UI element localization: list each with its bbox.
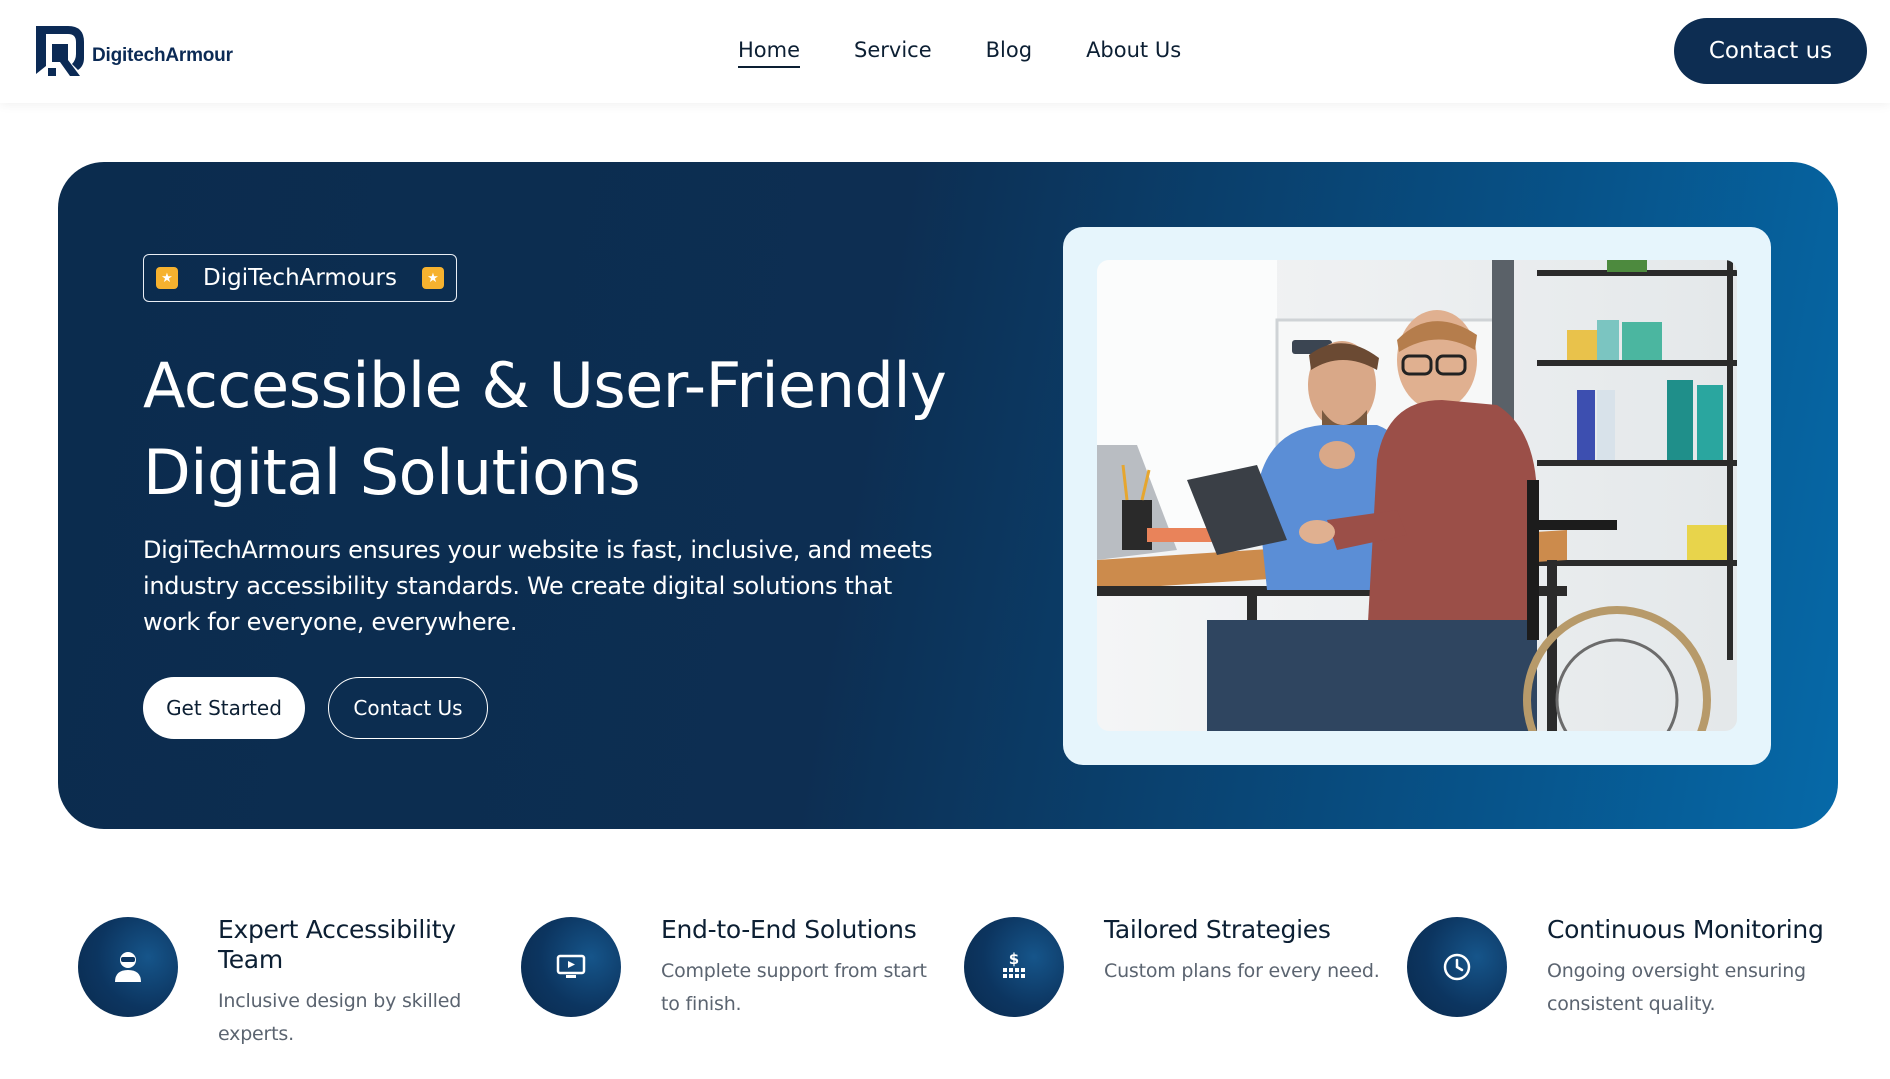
- monitor-play-icon: [521, 917, 621, 1017]
- clock-icon: [1407, 917, 1507, 1017]
- feature-description: Custom plans for every need.: [1104, 960, 1380, 982]
- feature-item: End-to-End Solutions Complete support fr…: [521, 915, 961, 1065]
- dollar-icon: $: [964, 917, 1064, 1017]
- hero-description: DigiTechArmours ensures your website is …: [143, 536, 933, 636]
- user-icon: [78, 917, 178, 1017]
- star-icon: ★: [156, 267, 178, 289]
- nav-blog[interactable]: Blog: [986, 38, 1032, 68]
- feature-description: Inclusive design by skilled experts.: [218, 990, 462, 1045]
- nav-about-us[interactable]: About Us: [1086, 38, 1181, 68]
- badge-text: DigiTechArmours: [203, 265, 397, 291]
- nav-service[interactable]: Service: [854, 38, 932, 68]
- features-section: Expert Accessibility Team Inclusive desi…: [0, 915, 1890, 1065]
- logo-icon: [36, 26, 84, 76]
- header-contact-button[interactable]: Contact us: [1674, 18, 1867, 84]
- feature-title: Tailored Strategies: [1104, 915, 1331, 944]
- hero-badge: ★ DigiTechArmours ★: [143, 254, 457, 302]
- feature-item: Expert Accessibility Team Inclusive desi…: [78, 915, 518, 1065]
- hero-title-line-1: Accessible & User-Friendly: [143, 349, 947, 422]
- hero-title-line-2: Digital Solutions: [143, 436, 641, 509]
- feature-description: Complete support from start to finish.: [661, 960, 927, 1015]
- star-icon: ★: [421, 267, 444, 289]
- get-started-button[interactable]: Get Started: [143, 677, 305, 739]
- main-nav: Home Service Blog About Us: [738, 38, 1235, 68]
- feature-item: $ Tailored Strategies Custom plans for e…: [964, 915, 1404, 1065]
- logo[interactable]: DigitechArmour: [34, 22, 233, 78]
- feature-title: Expert Accessibility Team: [218, 915, 456, 974]
- contact-us-button[interactable]: Contact Us: [328, 677, 488, 739]
- hero-photo: [1097, 260, 1737, 731]
- feature-title: End-to-End Solutions: [661, 915, 917, 944]
- feature-description: Ongoing oversight ensuring consistent qu…: [1547, 960, 1806, 1015]
- nav-home[interactable]: Home: [738, 38, 801, 68]
- hero-section: ★ DigiTechArmours ★ Accessible & User-Fr…: [58, 162, 1838, 829]
- feature-item: Continuous Monitoring Ongoing oversight …: [1407, 915, 1847, 1065]
- office-photo-illustration: [1097, 260, 1737, 731]
- feature-title: Continuous Monitoring: [1547, 915, 1824, 944]
- logo-text: DigitechArmour: [92, 45, 233, 66]
- svg-text:$: $: [1009, 951, 1019, 968]
- site-header: DigitechArmour Home Service Blog About U…: [0, 0, 1890, 103]
- hero-title: Accessible & User-Friendly Digital Solut…: [143, 342, 1003, 516]
- hero-image-card: [1063, 227, 1771, 765]
